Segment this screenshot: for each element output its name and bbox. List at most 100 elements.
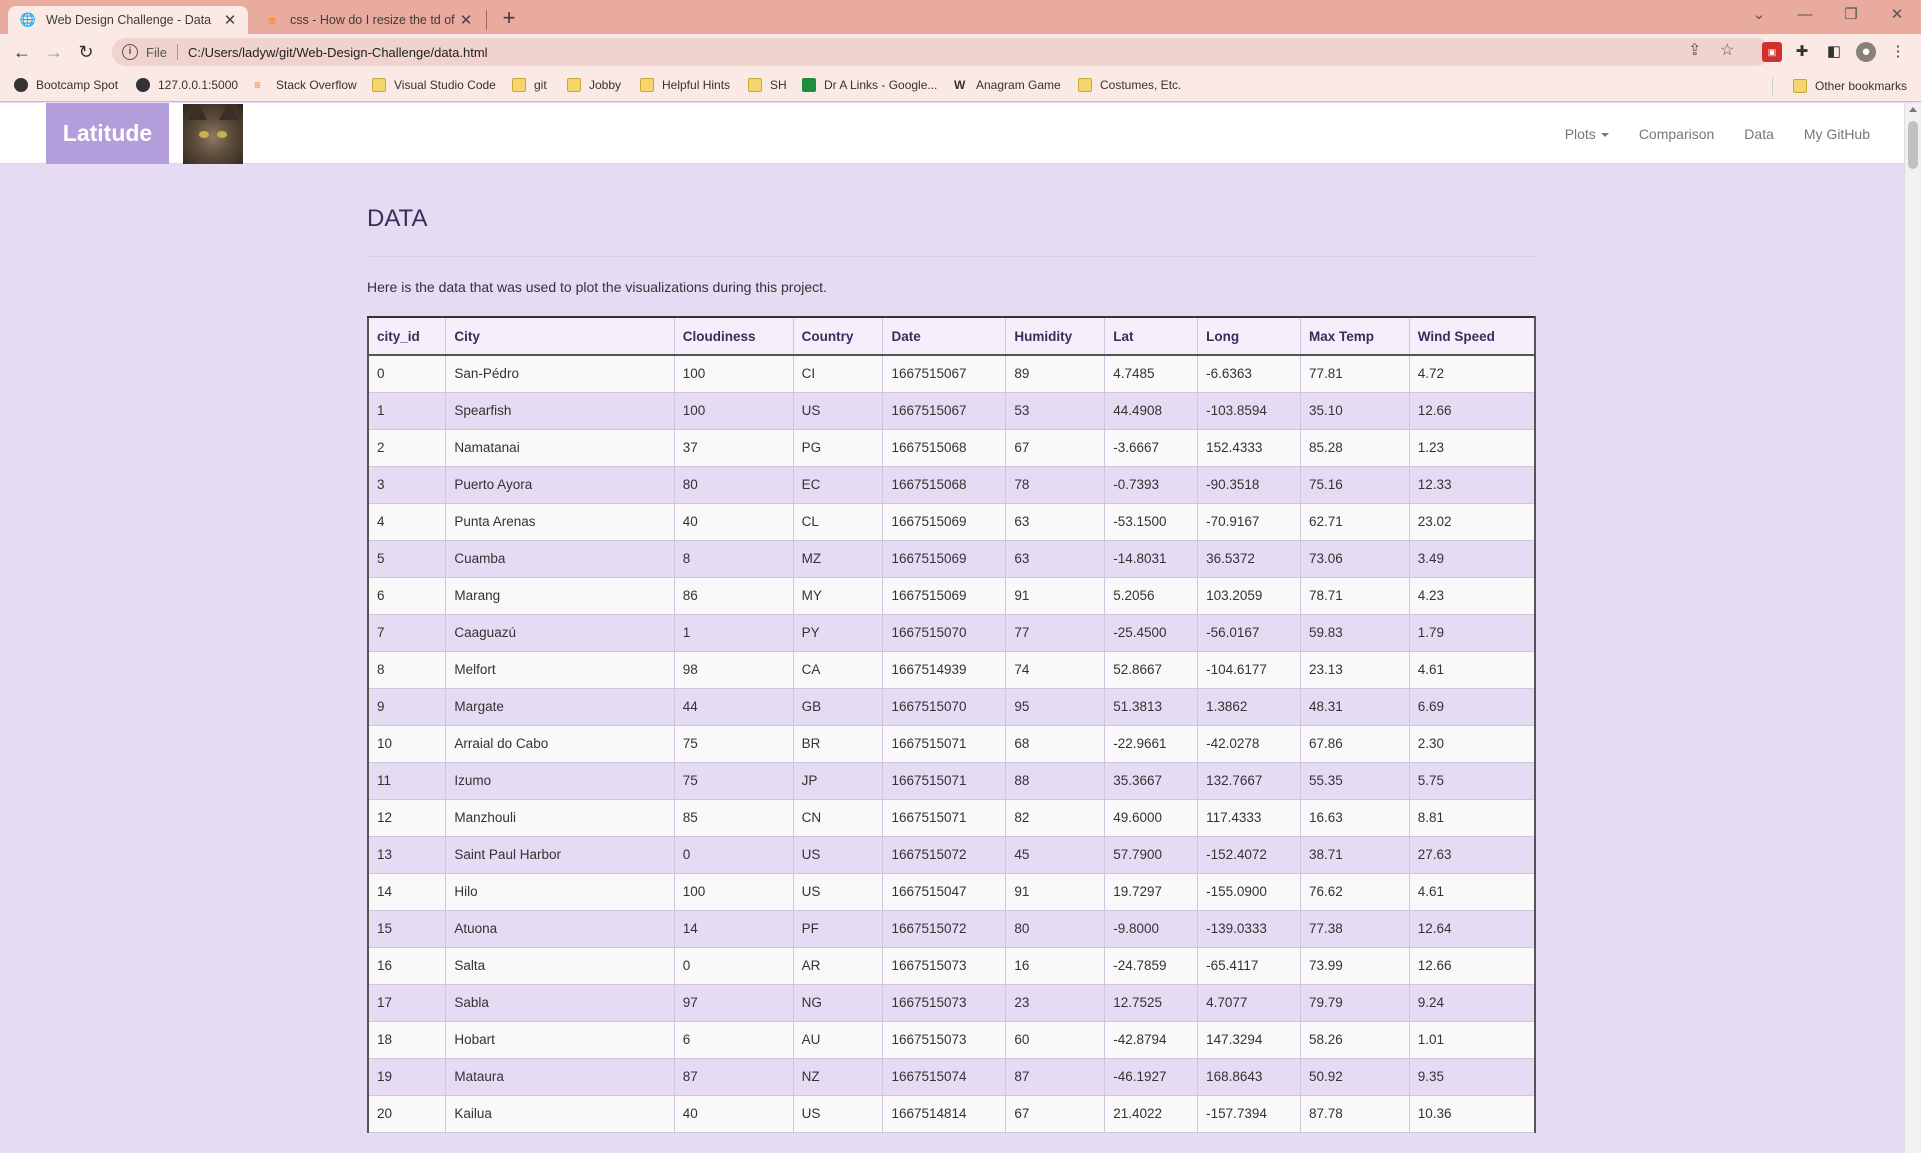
extensions-puzzle-icon[interactable]: ✚ xyxy=(1792,42,1812,62)
table-cell: -6.6363 xyxy=(1197,354,1301,393)
table-cell: 4.7077 xyxy=(1197,983,1301,1022)
table-cell: 59.83 xyxy=(1299,613,1410,652)
table-cell: 4.7485 xyxy=(1104,354,1199,393)
table-cell: Izumo xyxy=(445,761,675,800)
table-cell: 10 xyxy=(367,724,447,763)
table-cell: 6 xyxy=(367,576,447,615)
tab-data-page[interactable]: 🌐 Web Design Challenge - Data ✕ xyxy=(8,6,248,34)
reload-icon[interactable]: ↻ xyxy=(74,40,98,64)
scroll-thumb[interactable] xyxy=(1908,121,1918,169)
table-cell: MZ xyxy=(792,539,884,578)
table-cell: 44 xyxy=(673,687,794,726)
table-cell: 63 xyxy=(1005,502,1106,541)
bookmark-item[interactable]: Helpful Hints xyxy=(640,78,730,92)
bookmark-item[interactable]: Visual Studio Code xyxy=(372,78,496,92)
table-row: 7 Caaguazú 1 PY 1667515070 77 -25.4500 -56.0167… xyxy=(367,613,1536,652)
page-scrollbar[interactable] xyxy=(1904,103,1921,1153)
nav-github[interactable]: My GitHub xyxy=(1804,126,1870,142)
new-tab-button[interactable]: + xyxy=(496,5,522,31)
table-cell: Hobart xyxy=(445,1020,675,1059)
table-cell: 1667515072 xyxy=(882,835,1007,874)
table-cell: 4 xyxy=(367,502,447,541)
table-cell: 10.36 xyxy=(1408,1094,1536,1133)
restore-icon[interactable]: ❐ xyxy=(1828,0,1874,30)
table-cell: PY xyxy=(792,613,884,652)
table-cell: 55.35 xyxy=(1299,761,1410,800)
bookmark-item[interactable]: Costumes, Etc. xyxy=(1078,78,1181,92)
folder-icon xyxy=(748,78,762,92)
table-cell: 6 xyxy=(673,1020,794,1059)
table-cell: 75.16 xyxy=(1299,465,1410,504)
table-cell: 2.30 xyxy=(1408,724,1536,763)
bookmark-item[interactable]: Jobby xyxy=(567,78,621,92)
table-row: 20 Kailua 40 US 1667514814 67 21.4022 -157.7394… xyxy=(367,1094,1536,1133)
nav-comparison[interactable]: Comparison xyxy=(1639,126,1714,142)
w-icon: W xyxy=(954,78,966,92)
table-cell: 0 xyxy=(367,354,447,393)
table-cell: -22.9661 xyxy=(1104,724,1199,763)
table-cell: CL xyxy=(792,502,884,541)
table-cell: 16 xyxy=(367,946,447,985)
url-text[interactable]: C:/Users/ladyw/git/Web-Design-Challenge/… xyxy=(188,45,488,60)
table-cell: 16.63 xyxy=(1299,798,1410,837)
nav-plots-label: Plots xyxy=(1564,125,1596,142)
window-close-icon[interactable]: ✕ xyxy=(1874,0,1920,30)
table-cell: 88 xyxy=(1005,761,1106,800)
table-cell: 78 xyxy=(1005,465,1106,504)
bookmark-item[interactable]: W Anagram Game xyxy=(954,78,1061,92)
share-icon[interactable]: ⇪ xyxy=(1688,40,1701,60)
table-cell: 76.62 xyxy=(1299,872,1410,911)
brand-link[interactable]: Latitude xyxy=(46,103,169,164)
tab-divider xyxy=(486,10,487,30)
tab-search-icon[interactable]: ⌄ xyxy=(1736,0,1782,30)
nav-data[interactable]: Data xyxy=(1744,126,1774,142)
bookmark-item[interactable]: Bootcamp Spot xyxy=(14,78,118,92)
address-bar[interactable]: i File C:/Users/ladyw/git/Web-Design-Cha… xyxy=(112,38,1770,66)
minimize-icon[interactable]: — xyxy=(1782,0,1828,30)
stack-overflow-icon: ≡ xyxy=(254,78,262,92)
close-icon[interactable]: ✕ xyxy=(222,11,238,29)
extension-icon[interactable]: ▣ xyxy=(1762,42,1782,62)
table-cell: 52.8667 xyxy=(1104,650,1199,689)
menu-kebab-icon[interactable]: ⋮ xyxy=(1888,42,1908,62)
folder-icon xyxy=(1078,78,1092,92)
close-icon[interactable]: ✕ xyxy=(458,11,474,29)
table-cell: 1667515067 xyxy=(882,391,1007,430)
table-cell: -155.0900 xyxy=(1197,872,1301,911)
table-cell: 1667515071 xyxy=(882,798,1007,837)
table-cell: 14 xyxy=(367,872,447,911)
bookmark-item[interactable]: Dr A Links - Google... xyxy=(802,78,937,92)
table-cell: -104.6177 xyxy=(1197,650,1301,689)
table-cell: 80 xyxy=(1005,909,1106,948)
bookmark-item[interactable]: git xyxy=(512,78,547,92)
side-panel-icon[interactable]: ◧ xyxy=(1824,42,1844,62)
site-navbar: Latitude Plots Comparison Data My GitHub xyxy=(0,103,1904,164)
forward-icon[interactable]: → xyxy=(42,40,66,64)
bookmark-star-icon[interactable]: ☆ xyxy=(1720,40,1734,60)
table-cell: 1667514814 xyxy=(882,1094,1007,1133)
bookmark-item[interactable]: ≡ Stack Overflow xyxy=(254,78,357,92)
other-bookmarks[interactable]: Other bookmarks xyxy=(1772,77,1907,95)
scroll-up-icon[interactable] xyxy=(1909,107,1917,112)
bookmark-label: Costumes, Etc. xyxy=(1100,78,1182,92)
table-cell: AU xyxy=(792,1020,884,1059)
table-row: 2 Namatanai 37 PG 1667515068 67 -3.6667 152.433… xyxy=(367,428,1536,467)
bookmark-item[interactable]: 127.0.0.1:5000 xyxy=(136,78,238,92)
table-cell: 6.69 xyxy=(1408,687,1536,726)
avatar[interactable]: ● xyxy=(1856,42,1876,62)
table-cell: MY xyxy=(792,576,884,615)
nav-plots-dropdown[interactable]: Plots xyxy=(1565,126,1609,142)
table-cell: -0.7393 xyxy=(1104,465,1199,504)
table-cell: 8 xyxy=(367,650,447,689)
column-header: Wind Speed xyxy=(1408,316,1536,356)
table-cell: Arraial do Cabo xyxy=(445,724,675,763)
tab-stack-overflow[interactable]: ≡ css - How do I resize the td of a ✕ xyxy=(256,6,484,34)
table-cell: 20 xyxy=(367,1094,447,1133)
table-cell: 15 xyxy=(367,909,447,948)
table-cell: NZ xyxy=(792,1057,884,1096)
back-icon[interactable]: ← xyxy=(10,40,34,64)
info-icon[interactable]: i xyxy=(122,44,138,60)
column-header: Long xyxy=(1197,316,1301,356)
bookmark-item[interactable]: SH xyxy=(748,78,787,92)
table-cell: 35.10 xyxy=(1299,391,1410,430)
